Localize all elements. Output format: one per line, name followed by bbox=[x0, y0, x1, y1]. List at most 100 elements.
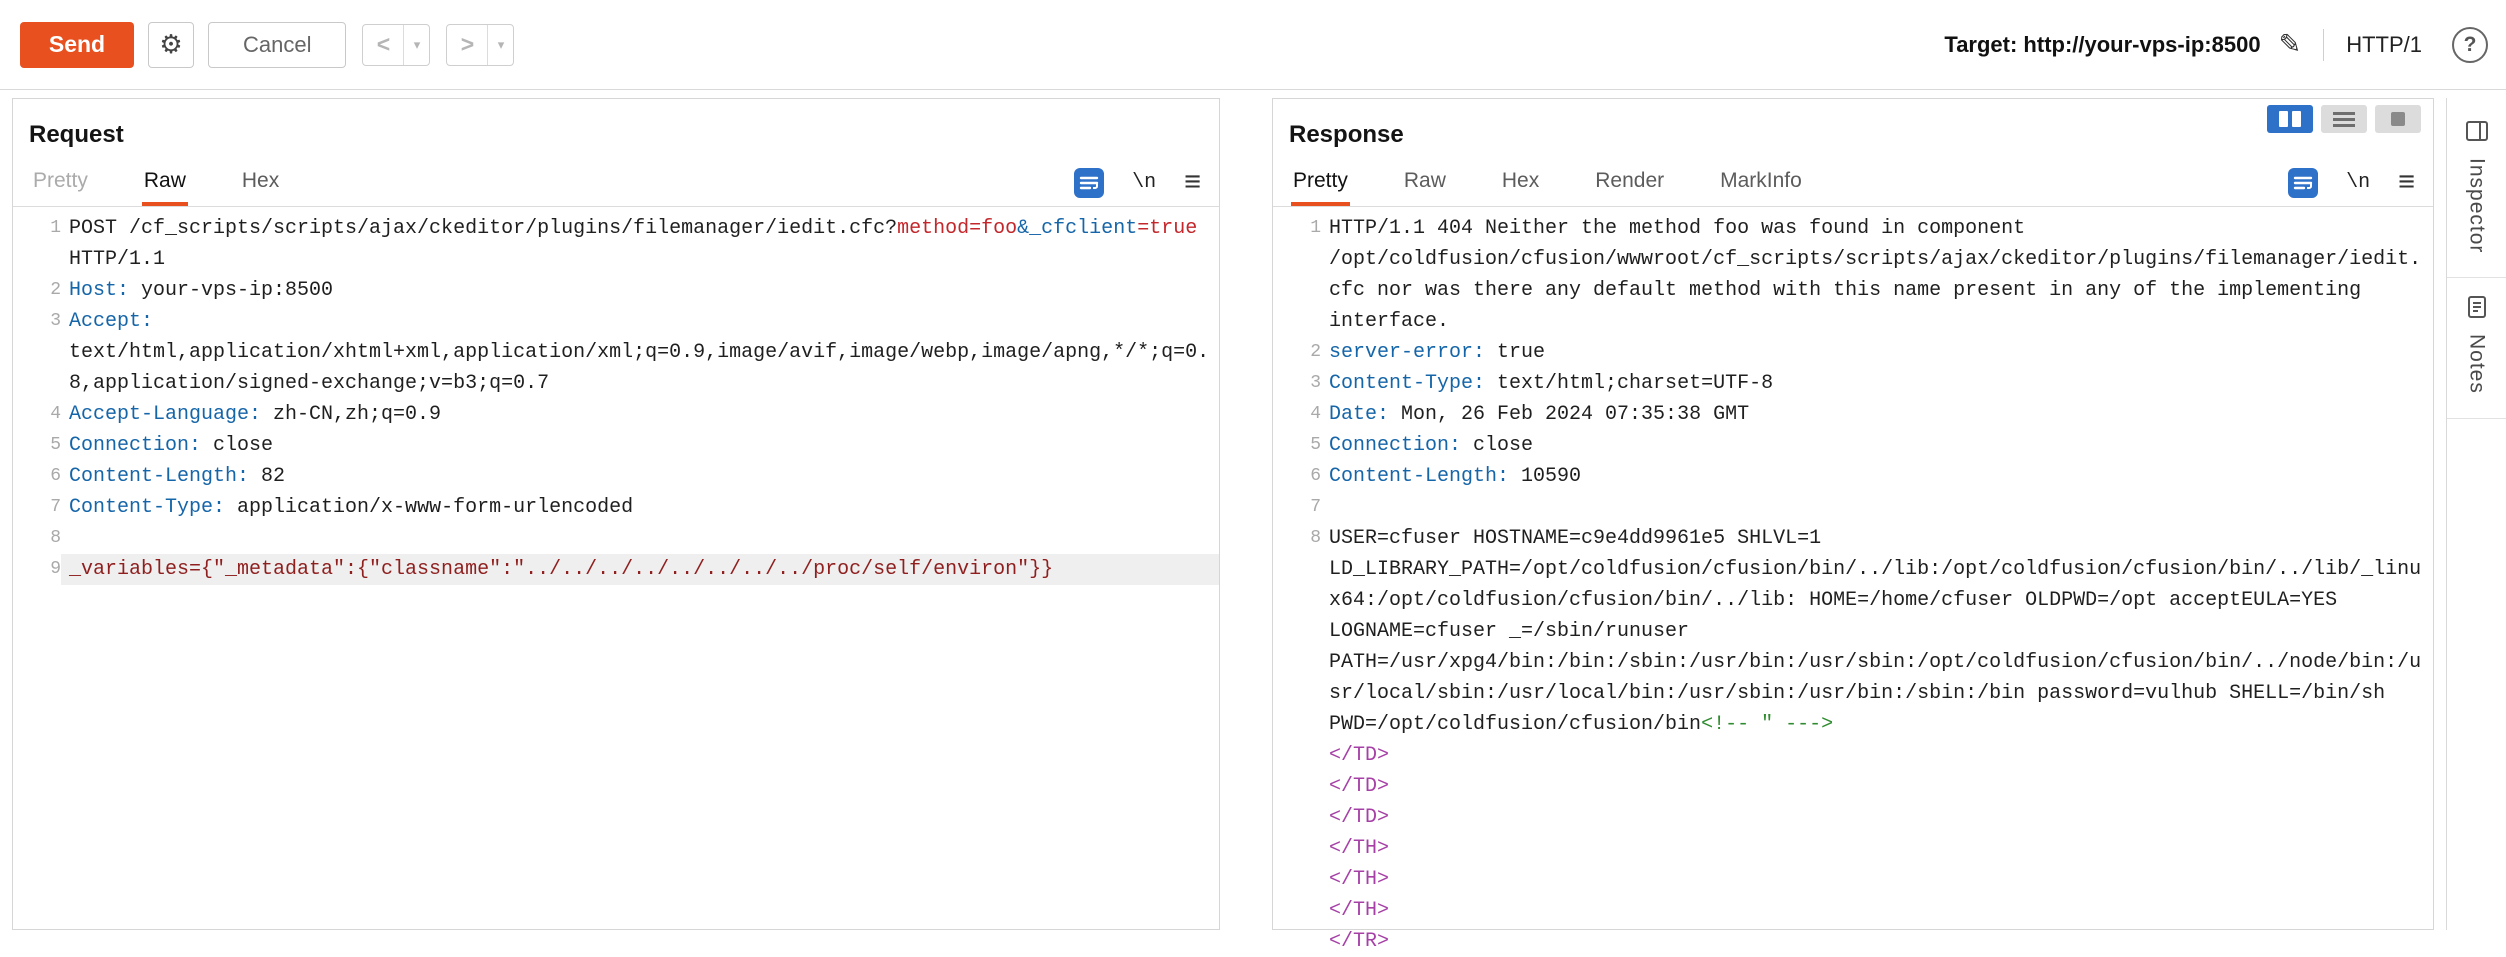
http-version-label[interactable]: HTTP/1 bbox=[2346, 32, 2422, 58]
line-content[interactable]: USER=cfuser HOSTNAME=c9e4dd9961e5 SHLVL=… bbox=[1321, 523, 2433, 740]
editor-line[interactable]: 2Host: your-vps-ip:8500 bbox=[13, 275, 1219, 306]
editor-line[interactable]: 3Content-Type: text/html;charset=UTF-8 bbox=[1273, 368, 2433, 399]
line-content[interactable]: </TH> bbox=[1321, 895, 2433, 926]
line-content[interactable]: </TH> bbox=[1321, 864, 2433, 895]
line-content[interactable]: </TD> bbox=[1321, 740, 2433, 771]
editor-line[interactable]: 6Content-Length: 82 bbox=[13, 461, 1219, 492]
line-number bbox=[1273, 895, 1321, 926]
line-number: 2 bbox=[13, 275, 61, 306]
history-forward-button[interactable]: > ▾ bbox=[446, 24, 514, 66]
tab-markinfo[interactable]: MarkInfo bbox=[1718, 159, 1804, 206]
line-content[interactable]: server-error: true bbox=[1321, 337, 2433, 368]
tab-raw[interactable]: Raw bbox=[142, 159, 188, 206]
line-content[interactable] bbox=[61, 523, 1219, 554]
line-content[interactable] bbox=[1321, 492, 2433, 523]
editor-line[interactable]: 5Connection: close bbox=[1273, 430, 2433, 461]
line-content[interactable]: Content-Length: 82 bbox=[61, 461, 1219, 492]
editor-line[interactable]: 5Connection: close bbox=[13, 430, 1219, 461]
editor-line[interactable]: 4Accept-Language: zh-CN,zh;q=0.9 bbox=[13, 399, 1219, 430]
cancel-button[interactable]: Cancel bbox=[208, 22, 346, 68]
request-editor[interactable]: 1POST /cf_scripts/scripts/ajax/ckeditor/… bbox=[13, 207, 1219, 585]
line-content[interactable]: POST /cf_scripts/scripts/ajax/ckeditor/p… bbox=[61, 213, 1219, 275]
editor-line[interactable]: </TD> bbox=[1273, 771, 2433, 802]
editor-line[interactable]: </TD> bbox=[1273, 802, 2433, 833]
tab-render[interactable]: Render bbox=[1593, 159, 1666, 206]
editor-line[interactable]: 2server-error: true bbox=[1273, 337, 2433, 368]
line-content[interactable]: HTTP/1.1 404 Neither the method foo was … bbox=[1321, 213, 2433, 337]
editor-line[interactable]: 9_variables={"_metadata":{"classname":".… bbox=[13, 554, 1219, 585]
line-content[interactable]: Connection: close bbox=[61, 430, 1219, 461]
editor-line[interactable]: 4Date: Mon, 26 Feb 2024 07:35:38 GMT bbox=[1273, 399, 2433, 430]
syntax-highlight-icon[interactable] bbox=[2288, 168, 2318, 198]
editor-line[interactable]: </TR> bbox=[1273, 926, 2433, 957]
send-button[interactable]: Send bbox=[20, 22, 134, 68]
editor-menu-icon[interactable]: ≡ bbox=[2398, 168, 2415, 197]
editor-line[interactable]: </TH> bbox=[1273, 895, 2433, 926]
right-dock: Inspector Notes bbox=[2446, 98, 2506, 930]
edit-target-button[interactable]: ✎ bbox=[2279, 29, 2302, 60]
line-content[interactable]: </TD> bbox=[1321, 802, 2433, 833]
response-editor-tools: \n ≡ bbox=[2288, 159, 2415, 206]
layout-rows-button[interactable] bbox=[2321, 105, 2367, 133]
line-content[interactable]: </TD> bbox=[1321, 771, 2433, 802]
editor-line[interactable]: </TD> bbox=[1273, 740, 2433, 771]
history-back-button[interactable]: < ▾ bbox=[362, 24, 430, 66]
tab-pretty[interactable]: Pretty bbox=[31, 159, 90, 206]
editor-line[interactable]: </TH> bbox=[1273, 833, 2433, 864]
editor-line[interactable]: </TH> bbox=[1273, 864, 2433, 895]
show-newlines-icon[interactable]: \n bbox=[1132, 171, 1156, 194]
line-number: 5 bbox=[1273, 430, 1321, 461]
tab-pretty[interactable]: Pretty bbox=[1291, 159, 1350, 206]
layout-tabs-button[interactable] bbox=[2375, 105, 2421, 133]
line-content[interactable]: Content-Type: text/html;charset=UTF-8 bbox=[1321, 368, 2433, 399]
line-number: 9 bbox=[13, 554, 61, 585]
line-number: 6 bbox=[13, 461, 61, 492]
line-content[interactable]: </TR> bbox=[1321, 926, 2433, 957]
layout-columns-button[interactable] bbox=[2267, 105, 2313, 133]
response-editor[interactable]: 1HTTP/1.1 404 Neither the method foo was… bbox=[1273, 207, 2433, 957]
line-content[interactable]: Host: your-vps-ip:8500 bbox=[61, 275, 1219, 306]
line-content[interactable]: Date: Mon, 26 Feb 2024 07:35:38 GMT bbox=[1321, 399, 2433, 430]
panel-splitter[interactable] bbox=[1220, 98, 1272, 915]
editor-line[interactable]: 8 bbox=[13, 523, 1219, 554]
editor-line[interactable]: 6Content-Length: 10590 bbox=[1273, 461, 2433, 492]
line-content[interactable]: Content-Length: 10590 bbox=[1321, 461, 2433, 492]
single-pane-icon bbox=[2391, 112, 2405, 126]
tab-raw[interactable]: Raw bbox=[1402, 159, 1448, 206]
repeater-workspace: Request PrettyRawHex \n ≡ 1POST /cf_scri… bbox=[0, 90, 2506, 915]
line-content[interactable]: Accept-Language: zh-CN,zh;q=0.9 bbox=[61, 399, 1219, 430]
tab-hex[interactable]: Hex bbox=[240, 159, 281, 206]
line-number: 3 bbox=[13, 306, 61, 399]
editor-line[interactable]: 7 bbox=[1273, 492, 2433, 523]
line-content[interactable]: Accept: text/html,application/xhtml+xml,… bbox=[61, 306, 1219, 399]
dock-divider bbox=[2447, 277, 2506, 278]
help-button[interactable]: ? bbox=[2452, 27, 2488, 63]
syntax-highlight-icon[interactable] bbox=[1074, 168, 1104, 198]
line-content[interactable]: </TH> bbox=[1321, 833, 2433, 864]
editor-menu-icon[interactable]: ≡ bbox=[1184, 168, 1201, 197]
request-settings-button[interactable]: ⚙ bbox=[148, 22, 194, 68]
inspector-label: Inspector bbox=[2465, 158, 2489, 253]
notes-label: Notes bbox=[2465, 334, 2489, 394]
editor-line[interactable]: 8USER=cfuser HOSTNAME=c9e4dd9961e5 SHLVL… bbox=[1273, 523, 2433, 740]
inspector-icon bbox=[2464, 118, 2490, 144]
editor-line[interactable]: 1HTTP/1.1 404 Neither the method foo was… bbox=[1273, 213, 2433, 337]
line-number: 5 bbox=[13, 430, 61, 461]
editor-line[interactable]: 1POST /cf_scripts/scripts/ajax/ckeditor/… bbox=[13, 213, 1219, 275]
line-content[interactable]: Connection: close bbox=[1321, 430, 2433, 461]
back-dropdown-icon[interactable]: ▾ bbox=[403, 25, 429, 65]
notes-tab[interactable]: Notes bbox=[2464, 284, 2490, 412]
show-newlines-icon[interactable]: \n bbox=[2346, 171, 2370, 194]
line-content[interactable]: _variables={"_metadata":{"classname":"..… bbox=[61, 554, 1219, 585]
forward-dropdown-icon[interactable]: ▾ bbox=[487, 25, 513, 65]
tab-hex[interactable]: Hex bbox=[1500, 159, 1541, 206]
editor-line[interactable]: 3Accept: text/html,application/xhtml+xml… bbox=[13, 306, 1219, 399]
line-number: 6 bbox=[1273, 461, 1321, 492]
editor-line[interactable]: 7Content-Type: application/x-www-form-ur… bbox=[13, 492, 1219, 523]
line-number: 4 bbox=[13, 399, 61, 430]
inspector-tab[interactable]: Inspector bbox=[2464, 108, 2490, 271]
topbar: Send ⚙ Cancel < ▾ > ▾ Target: http://you… bbox=[0, 0, 2506, 90]
line-number bbox=[1273, 740, 1321, 771]
line-content[interactable]: Content-Type: application/x-www-form-url… bbox=[61, 492, 1219, 523]
forward-arrow-icon: > bbox=[447, 25, 487, 65]
